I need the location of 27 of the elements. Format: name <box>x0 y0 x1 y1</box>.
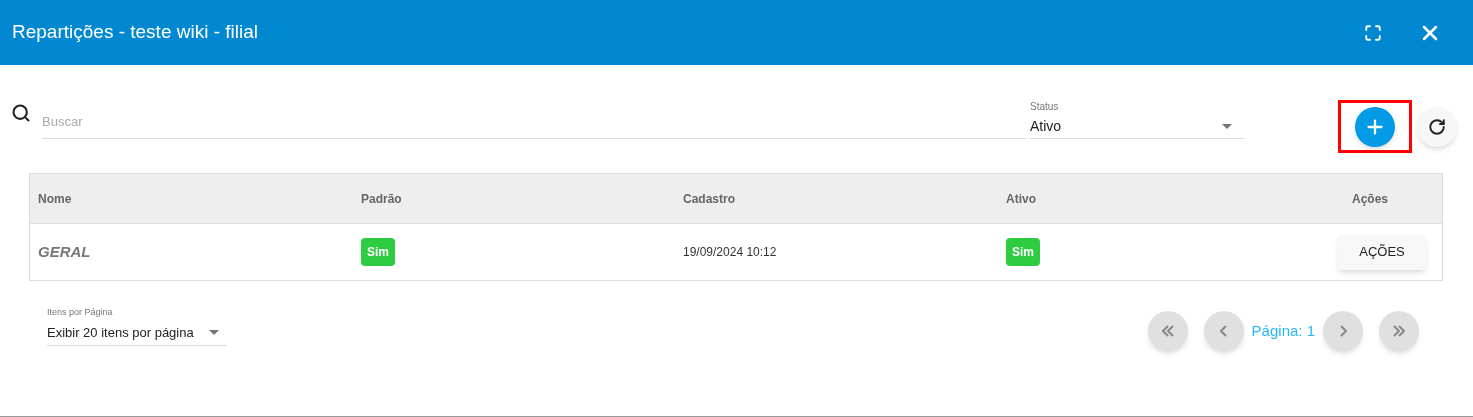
search-field[interactable]: Buscar <box>42 105 1027 139</box>
search-icon <box>11 103 31 123</box>
double-chevron-right-icon <box>1393 325 1405 337</box>
column-header: Padrão <box>360 190 403 208</box>
column-header: Nome <box>37 190 73 208</box>
double-chevron-left-icon <box>1161 325 1174 337</box>
fullscreen-button[interactable] <box>1364 23 1382 42</box>
status-badge: Sim <box>361 238 395 266</box>
caret-icon <box>209 329 219 335</box>
window-title: Repartições - teste wiki - filial <box>12 20 260 45</box>
actions-button[interactable]: AÇÕES <box>1338 234 1426 270</box>
fullscreen-icon <box>1364 23 1382 42</box>
chevron-right-icon <box>1339 325 1347 337</box>
table-cell-text: GERAL <box>37 241 92 262</box>
page-indicator: Página: 1 <box>1251 320 1315 341</box>
page-size-select[interactable]: Itens por Página Exibir 20 itens por página <box>47 305 227 347</box>
status-select[interactable]: Status Ativo <box>1030 99 1244 139</box>
column-header: Ações <box>1351 190 1389 208</box>
caret-icon <box>1222 123 1232 129</box>
table-cell-text: 19/09/2024 10:12 <box>682 244 778 261</box>
chevron-left-icon <box>1220 325 1228 337</box>
column-header: Cadastro <box>682 190 736 208</box>
add-button[interactable] <box>1355 106 1395 147</box>
refresh-icon <box>1428 118 1446 136</box>
status-badge: Sim <box>1006 238 1040 266</box>
column-header: Ativo <box>1005 190 1037 208</box>
refresh-button[interactable] <box>1417 107 1457 147</box>
